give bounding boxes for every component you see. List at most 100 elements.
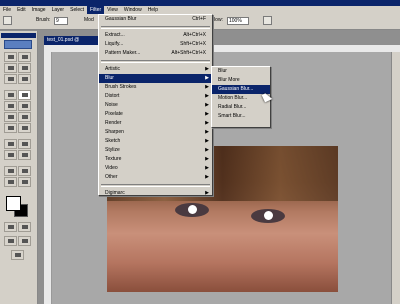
menu-file[interactable]: File — [0, 6, 14, 14]
other-label: Other — [105, 174, 118, 180]
menu-select[interactable]: Select — [67, 6, 87, 14]
clone-stamp-tool-icon[interactable] — [4, 101, 17, 111]
submenu-arrow-icon: ▶ — [205, 75, 209, 81]
magic-wand-tool-icon[interactable] — [18, 63, 31, 73]
zoom-tool-icon[interactable] — [18, 177, 31, 187]
submenu-arrow-icon: ▶ — [205, 174, 209, 180]
submenu-arrow-icon: ▶ — [205, 165, 209, 171]
vertical-scrollbar[interactable] — [391, 52, 400, 304]
dodge-tool-icon[interactable] — [18, 123, 31, 133]
menu-item-smart-blur[interactable]: Smart Blur... — [212, 112, 270, 121]
shape-tool-icon[interactable] — [18, 150, 31, 160]
type-tool-icon[interactable] — [18, 139, 31, 149]
brush-tool-icon[interactable] — [18, 90, 31, 100]
menu-item-gaussian-blur[interactable]: Gaussian Blur... — [212, 85, 270, 94]
menu-item-texture[interactable]: Texture ▶ — [99, 155, 212, 164]
menu-item-brush-strokes[interactable]: Brush Strokes ▶ — [99, 83, 212, 92]
submenu-arrow-icon: ▶ — [205, 66, 209, 72]
sharpen-label: Sharpen — [105, 129, 124, 135]
jump-to-imageready-icon[interactable] — [11, 250, 24, 260]
submenu-arrow-icon: ▶ — [205, 147, 209, 153]
gradient-tool-icon[interactable] — [18, 112, 31, 122]
airbrush-toggle[interactable] — [263, 16, 272, 25]
menu-help[interactable]: Help — [145, 6, 161, 14]
submenu-arrow-icon: ▶ — [205, 84, 209, 90]
digimarc-label: Digimarc — [105, 190, 125, 196]
menu-item-extract[interactable]: Extract... Alt+Ctrl+X — [99, 31, 212, 40]
menu-item-pattern-maker[interactable]: Pattern Maker... Alt+Shft+Ctrl+X — [99, 49, 212, 58]
menu-item-liquify[interactable]: Liquify... Shft+Ctrl+X — [99, 40, 212, 49]
marquee-tool-icon[interactable] — [4, 52, 17, 62]
sketch-label: Sketch — [105, 138, 121, 144]
menu-item-blur-basic[interactable]: Blur — [212, 67, 270, 76]
menu-edit[interactable]: Edit — [14, 6, 29, 14]
filter-menu: Gaussian Blur Ctrl+F Extract... Alt+Ctrl+X… — [98, 14, 213, 196]
menu-item-render[interactable]: Render ▶ — [99, 119, 212, 128]
menu-item-artistic[interactable]: Artistic ▶ — [99, 65, 212, 74]
last-filter-label: Gaussian Blur — [105, 16, 137, 22]
pattern-maker-shortcut: Alt+Shft+Ctrl+X — [171, 50, 206, 56]
slice-tool-icon[interactable] — [18, 74, 31, 84]
healing-brush-tool-icon[interactable] — [4, 90, 17, 100]
screen-mode-full-icon[interactable] — [18, 236, 31, 246]
submenu-arrow-icon: ▶ — [205, 190, 209, 196]
menu-view[interactable]: View — [104, 6, 121, 14]
notes-tool-icon[interactable] — [4, 166, 17, 176]
crop-tool-icon[interactable] — [4, 74, 17, 84]
tool-preset-picker[interactable] — [3, 16, 12, 25]
texture-label: Texture — [105, 156, 122, 162]
menu-item-video[interactable]: Video ▶ — [99, 164, 212, 173]
menu-item-blur[interactable]: Blur ▶ — [99, 74, 212, 83]
document-tab[interactable]: test_01.psd @ — [44, 36, 99, 45]
menu-item-sharpen[interactable]: Sharpen ▶ — [99, 128, 212, 137]
extract-label: Extract... — [105, 32, 125, 38]
menu-item-digimarc[interactable]: Digimarc ▶ — [99, 189, 212, 198]
menu-separator — [101, 60, 210, 63]
photoshop-logo-icon[interactable] — [4, 40, 32, 49]
pen-tool-icon[interactable] — [4, 150, 17, 160]
quick-mask-mode-icon[interactable] — [18, 222, 31, 232]
liquify-label: Liquify... — [105, 41, 124, 47]
noise-label: Noise — [105, 102, 118, 108]
hand-tool-icon[interactable] — [4, 177, 17, 187]
menu-layer[interactable]: Layer — [49, 6, 68, 14]
menu-item-stylize[interactable]: Stylize ▶ — [99, 146, 212, 155]
vertical-ruler — [44, 52, 52, 304]
video-label: Video — [105, 165, 118, 171]
flow-input[interactable]: 100% — [227, 17, 249, 25]
distort-label: Distort — [105, 93, 120, 99]
submenu-arrow-icon: ▶ — [205, 93, 209, 99]
standard-mode-icon[interactable] — [4, 222, 17, 232]
screen-mode-standard-icon[interactable] — [4, 236, 17, 246]
menu-item-other[interactable]: Other ▶ — [99, 173, 212, 182]
toolbox-title-bar — [1, 33, 36, 38]
brush-picker[interactable]: 9 — [54, 17, 68, 25]
menu-item-last-filter[interactable]: Gaussian Blur Ctrl+F — [99, 15, 212, 24]
left-eye — [175, 203, 209, 217]
menu-item-noise[interactable]: Noise ▶ — [99, 101, 212, 110]
menu-item-pixelate[interactable]: Pixelate ▶ — [99, 110, 212, 119]
path-selection-tool-icon[interactable] — [4, 139, 17, 149]
menu-item-distort[interactable]: Distort ▶ — [99, 92, 212, 101]
flow-value: 100% — [229, 18, 242, 24]
move-tool-icon[interactable] — [18, 52, 31, 62]
eyedropper-tool-icon[interactable] — [18, 166, 31, 176]
submenu-arrow-icon: ▶ — [205, 156, 209, 162]
foreground-color-swatch[interactable] — [6, 196, 21, 211]
pixelate-label: Pixelate — [105, 111, 123, 117]
eraser-tool-icon[interactable] — [4, 112, 17, 122]
artistic-label: Artistic — [105, 66, 120, 72]
stylize-label: Stylize — [105, 147, 120, 153]
menu-filter[interactable]: Filter — [87, 6, 105, 14]
liquify-shortcut: Shft+Ctrl+X — [180, 41, 206, 47]
menu-image[interactable]: Image — [29, 6, 49, 14]
menu-item-blur-more[interactable]: Blur More — [212, 76, 270, 85]
lasso-tool-icon[interactable] — [4, 63, 17, 73]
submenu-arrow-icon: ▶ — [205, 129, 209, 135]
submenu-arrow-icon: ▶ — [205, 120, 209, 126]
menu-item-radial-blur[interactable]: Radial Blur... — [212, 103, 270, 112]
menu-item-sketch[interactable]: Sketch ▶ — [99, 137, 212, 146]
blur-tool-icon[interactable] — [4, 123, 17, 133]
menu-window[interactable]: Window — [121, 6, 145, 14]
history-brush-tool-icon[interactable] — [18, 101, 31, 111]
